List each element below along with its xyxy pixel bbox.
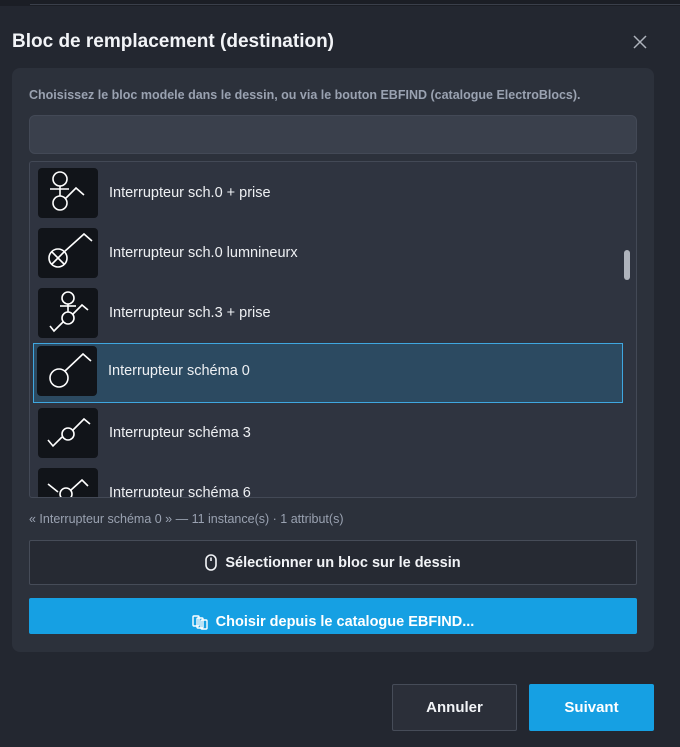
window-top-edge (0, 0, 680, 6)
close-button[interactable] (626, 28, 654, 56)
list-item[interactable]: Interrupteur sch.0 lumnineurx (34, 225, 622, 283)
list-scrollbar[interactable] (624, 250, 630, 280)
list-item[interactable]: Interrupteur sch.0 + prise (34, 165, 622, 223)
select-block-label: Sélectionner un bloc sur le dessin (225, 554, 461, 571)
list-item-label: Interrupteur schéma 0 (108, 363, 250, 379)
list-item[interactable]: Interrupteur sch.3 + prise (34, 285, 622, 343)
list-item-label: Interrupteur schéma 3 (109, 425, 251, 441)
switch-socket-icon (38, 168, 98, 218)
list-item-selected[interactable]: Interrupteur schéma 0 (33, 343, 623, 403)
next-button[interactable]: Suivant (529, 684, 654, 731)
content-panel: Choisissez le bloc modele dans le dessin… (12, 68, 654, 652)
catalog-button[interactable]: Choisir depuis le catalogue EBFIND... (29, 598, 637, 634)
switch-0-icon (37, 346, 97, 396)
list-item-label: Interrupteur sch.3 + prise (109, 305, 271, 321)
list-item-label: Interrupteur schéma 6 (109, 485, 251, 498)
select-block-button[interactable]: Sélectionner un bloc sur le dessin (29, 540, 637, 585)
block-list[interactable]: Interrupteur sch.0 + prise Interrupteur … (29, 161, 637, 498)
list-item-label: Interrupteur sch.0 lumnineurx (109, 245, 298, 261)
list-item-label: Interrupteur sch.0 + prise (109, 185, 271, 201)
switch3-socket-icon (38, 288, 98, 338)
close-icon (633, 35, 647, 49)
selection-status: « Interrupteur schéma 0 » — 11 instance(… (29, 512, 344, 526)
list-item[interactable]: Interrupteur schéma 6 (34, 465, 622, 498)
catalog-label: Choisir depuis le catalogue EBFIND... (215, 614, 475, 630)
list-item[interactable]: Interrupteur schéma 3 (34, 405, 622, 463)
switch-6-icon (38, 468, 98, 497)
switch-lamp-icon (38, 228, 98, 278)
cancel-button[interactable]: Annuler (392, 684, 517, 731)
search-input[interactable] (29, 115, 637, 154)
dialog-title: Bloc de remplacement (destination) (12, 31, 335, 52)
instruction-text: Choisissez le bloc modele dans le dessin… (29, 88, 581, 102)
switch-3-icon (38, 408, 98, 458)
mouse-icon (205, 554, 218, 571)
catalog-icon (191, 614, 208, 630)
